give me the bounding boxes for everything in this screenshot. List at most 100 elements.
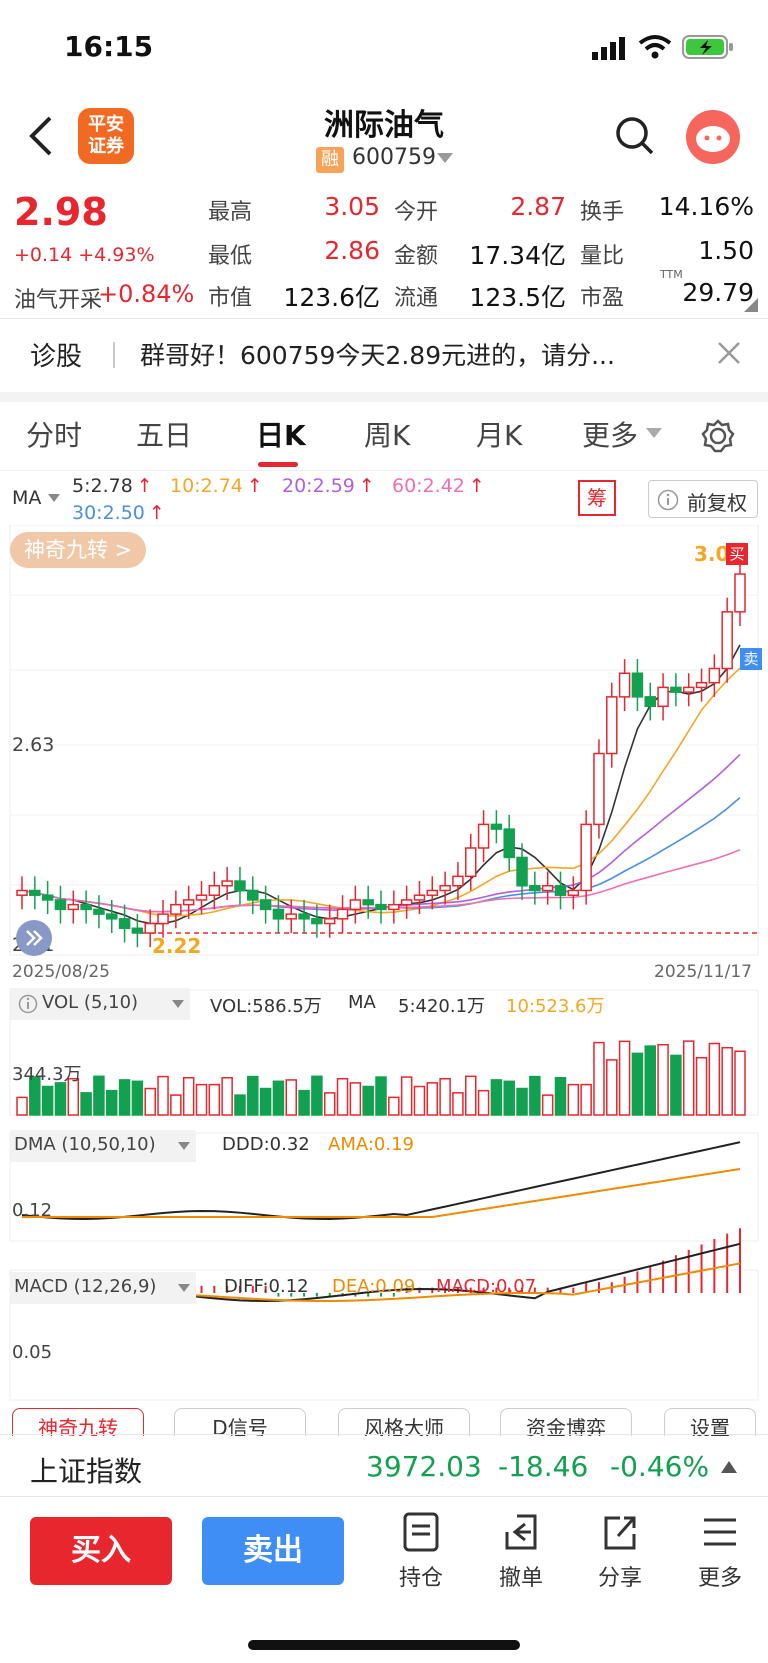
candle-body <box>541 885 554 892</box>
indicator-tab-settings[interactable]: 设置 <box>664 1408 756 1436</box>
ttm-label: TTM <box>660 268 683 281</box>
share-button[interactable]: 分享 <box>580 1512 660 1592</box>
expand-button[interactable] <box>16 920 52 956</box>
ma-line <box>21 667 741 917</box>
dma-selector[interactable]: DMA (10,50,10) <box>10 1130 196 1162</box>
volume-bar <box>734 1050 746 1116</box>
tab-more[interactable]: 更多 <box>582 414 638 454</box>
candle-body <box>298 913 310 920</box>
macd-selector[interactable]: MACD (12,26,9) <box>10 1272 196 1304</box>
candles <box>16 559 746 948</box>
volume-bar <box>593 1041 605 1116</box>
active-tab-indicator <box>258 462 298 467</box>
quote-value: 123.5亿 <box>469 283 566 312</box>
volume-bar <box>490 1079 503 1116</box>
indicator-tab-style-master[interactable]: 风格大师 <box>338 1408 470 1436</box>
sector-label[interactable]: 油气开采 <box>14 282 102 314</box>
macd-dea: DEA:0.09 <box>332 1276 416 1297</box>
candle-body <box>426 889 439 896</box>
up-arrow-icon: ↑ <box>246 475 263 497</box>
wifi-icon <box>638 35 672 59</box>
status-time: 16:15 <box>64 30 154 63</box>
caret-up-icon[interactable] <box>720 1460 738 1474</box>
candle-body <box>695 681 708 689</box>
adjust-button[interactable]: 前复权 <box>648 480 758 518</box>
candle-body <box>93 908 105 915</box>
close-icon[interactable] <box>716 340 742 366</box>
volume-bar <box>721 1046 733 1116</box>
candle-body <box>734 573 746 613</box>
quote-value: 123.6亿 <box>283 283 380 312</box>
tab-daily-k[interactable]: 日K <box>256 414 306 454</box>
volume-bar <box>644 1045 656 1116</box>
up-arrow-icon: ↑ <box>468 475 485 497</box>
margin-badge: 融 <box>316 147 344 173</box>
indicator-tab-d-signal[interactable]: D信号 <box>174 1408 306 1436</box>
positions-label: 持仓 <box>398 1566 443 1591</box>
sell-signal-tag[interactable]: 卖 <box>740 648 762 670</box>
document-icon <box>403 1512 439 1552</box>
volume-bar <box>182 1077 195 1116</box>
volume-bar <box>247 1075 259 1116</box>
candle-body <box>465 847 477 878</box>
dma-ddd: DDD:0.32 <box>222 1134 310 1155</box>
caret-down-icon[interactable] <box>436 152 454 164</box>
gear-icon[interactable] <box>700 418 736 454</box>
candle-body <box>259 899 272 911</box>
quote-label: 市值 <box>208 286 253 311</box>
tab-intraday[interactable]: 分时 <box>26 414 82 454</box>
signal-icon <box>592 37 625 60</box>
cancel-order-button[interactable]: 撤单 <box>481 1512 561 1592</box>
quote-value: 17.34亿 <box>469 241 566 270</box>
quote-label: 今开 <box>394 200 439 225</box>
macd-diff: DIFF:0.12 <box>224 1276 309 1297</box>
price-change: +0.14 +4.93% <box>14 244 155 266</box>
volume-bar <box>567 1083 580 1116</box>
tab-weekly-k[interactable]: 周K <box>364 414 410 454</box>
quote-value: 29.79 <box>682 278 754 307</box>
diagnosis-text[interactable]: 群哥好！600759今天2.89元进的，请分... <box>140 336 680 372</box>
divider <box>0 392 768 402</box>
ma-value: 30:2.50 <box>72 502 145 524</box>
ma-label[interactable]: MA <box>12 487 41 509</box>
candle-body <box>682 686 695 693</box>
candle-body <box>221 880 233 887</box>
ma-legend-item: 60:2.42 ↑ <box>392 475 485 497</box>
index-change: -18.46 <box>498 1450 589 1483</box>
ma-legend-item: 20:2.59 ↑ <box>282 475 375 497</box>
vol-selector[interactable]: VOL (5,10) <box>10 988 190 1020</box>
expand-corner-icon[interactable] <box>744 298 758 312</box>
search-icon[interactable] <box>614 115 656 157</box>
indicator-tab-magic-nine[interactable]: 神奇九转 <box>12 1408 144 1436</box>
candle-body <box>708 667 721 684</box>
info-icon <box>18 994 38 1014</box>
diagnosis-label[interactable]: 诊股 <box>30 336 82 373</box>
caret-down-icon[interactable] <box>48 494 60 502</box>
chip-button[interactable]: 筹 <box>578 480 616 516</box>
undo-icon <box>505 1514 537 1550</box>
volume-bar <box>554 1077 567 1116</box>
sector-change[interactable]: +0.84% <box>98 280 194 308</box>
avatar[interactable] <box>686 110 740 164</box>
volume-bar <box>131 1080 144 1116</box>
candle-body <box>67 903 80 911</box>
tab-five-day[interactable]: 五日 <box>136 414 192 454</box>
divider <box>0 1496 768 1497</box>
ama-line <box>22 1168 741 1218</box>
positions-button[interactable]: 持仓 <box>381 1512 461 1592</box>
quote-value: 2.87 <box>510 192 566 221</box>
tab-monthly-k[interactable]: 月K <box>476 414 522 454</box>
candle-body <box>375 903 387 911</box>
candle-body <box>170 903 182 915</box>
volume-bar <box>41 1085 54 1116</box>
indicator-tab-fund-game[interactable]: 资金博弈 <box>500 1408 632 1436</box>
more-button[interactable]: 更多 <box>680 1512 760 1592</box>
volume-bar <box>439 1078 451 1116</box>
volume-bar <box>362 1085 374 1116</box>
magic-nine-button[interactable]: 神奇九转 > <box>10 532 147 568</box>
caret-down-icon[interactable] <box>646 428 662 438</box>
buy-signal-tag[interactable]: 买 <box>726 543 748 565</box>
buy-button[interactable]: 买入 <box>30 1517 172 1585</box>
index-name[interactable]: 上证指数 <box>30 1450 142 1490</box>
sell-button[interactable]: 卖出 <box>202 1517 344 1585</box>
